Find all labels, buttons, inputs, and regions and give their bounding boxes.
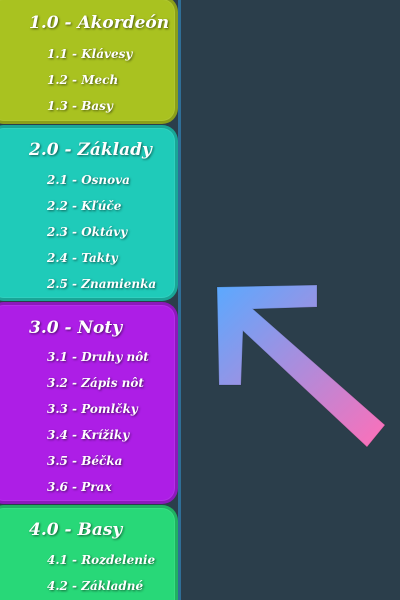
menu-item[interactable]: 2.3 - Oktávy bbox=[47, 225, 127, 239]
arrow-up-left-icon bbox=[205, 275, 395, 455]
section-title[interactable]: 4.0 - Basy bbox=[29, 520, 122, 540]
menu-item[interactable]: 1.3 - Basy bbox=[47, 99, 113, 113]
section-title[interactable]: 3.0 - Noty bbox=[29, 318, 122, 338]
menu-item[interactable]: 3.1 - Druhy nôt bbox=[47, 350, 149, 364]
menu-item[interactable]: 2.4 - Takty bbox=[47, 251, 118, 265]
sidebar-menu: 1.0 - Akordeón 1.1 - Klávesy 1.2 - Mech … bbox=[0, 0, 181, 600]
menu-item[interactable]: 3.2 - Zápis nôt bbox=[47, 376, 144, 390]
menu-item[interactable]: 3.4 - Krížiky bbox=[47, 428, 129, 442]
section-title[interactable]: 1.0 - Akordeón bbox=[29, 13, 169, 33]
menu-item[interactable]: 3.3 - Pomlčky bbox=[47, 402, 138, 416]
menu-item[interactable]: 4.2 - Základné bbox=[47, 579, 143, 593]
menu-item[interactable]: 3.5 - Béčka bbox=[47, 454, 122, 468]
menu-item[interactable]: 2.5 - Znamienka bbox=[47, 277, 156, 291]
menu-item[interactable]: 4.1 - Rozdelenie bbox=[47, 553, 155, 567]
section-basy: 4.0 - Basy 4.1 - Rozdelenie 4.2 - Základ… bbox=[0, 505, 178, 600]
menu-item[interactable]: 3.6 - Prax bbox=[47, 480, 112, 494]
section-title[interactable]: 2.0 - Základy bbox=[29, 140, 152, 160]
section-akordeon: 1.0 - Akordeón 1.1 - Klávesy 1.2 - Mech … bbox=[0, 0, 178, 124]
menu-item[interactable]: 2.2 - Kľúče bbox=[47, 199, 121, 213]
menu-item[interactable]: 1.2 - Mech bbox=[47, 73, 118, 87]
section-zaklady: 2.0 - Základy 2.1 - Osnova 2.2 - Kľúče 2… bbox=[0, 125, 178, 301]
section-noty: 3.0 - Noty 3.1 - Druhy nôt 3.2 - Zápis n… bbox=[0, 302, 178, 504]
menu-item[interactable]: 1.1 - Klávesy bbox=[47, 47, 132, 61]
menu-item[interactable]: 2.1 - Osnova bbox=[47, 173, 130, 187]
